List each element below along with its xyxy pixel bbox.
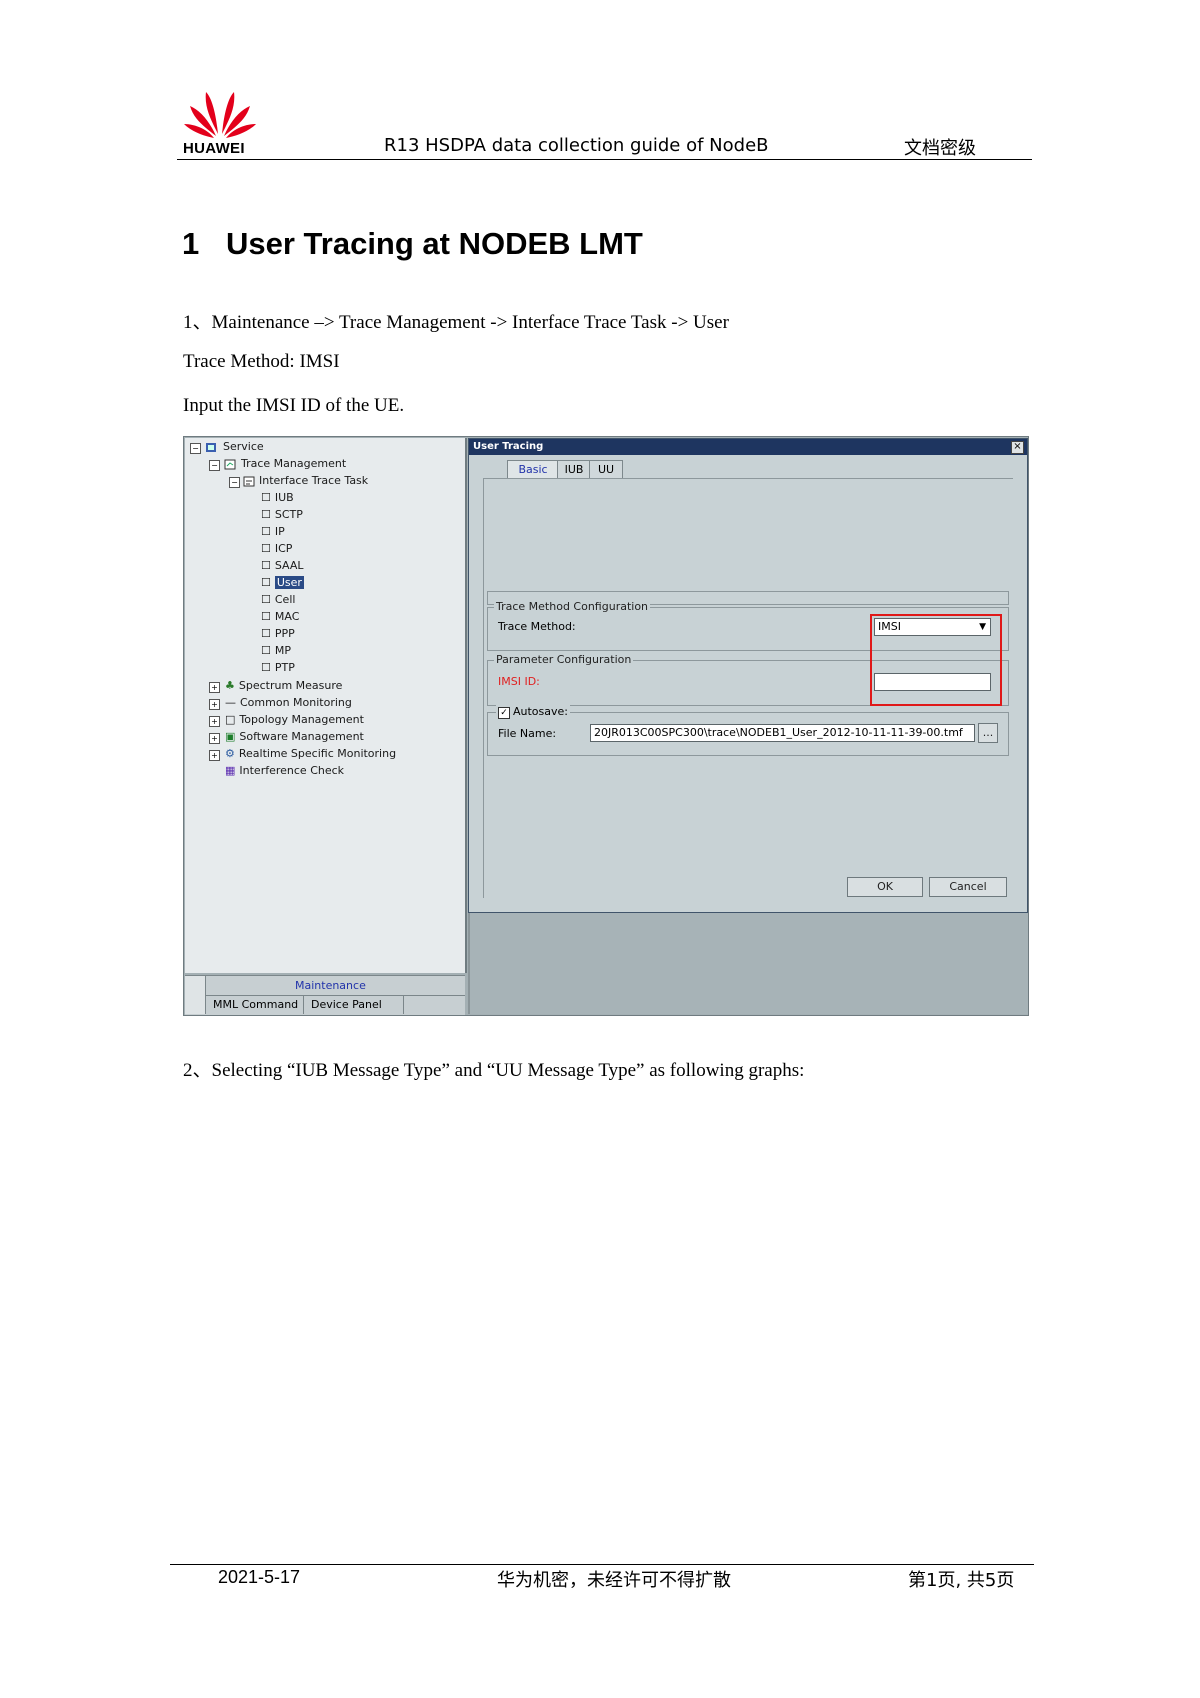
device-panel-tab[interactable]: Device Panel (311, 998, 382, 1011)
autosave-group: ✓ Autosave: File Name: 20JR013C00SPC300\t… (487, 705, 1009, 756)
tree-item-interface-trace-task[interactable]: Interface Trace Task (259, 473, 368, 489)
imsi-id-label: IMSI ID: (498, 675, 540, 688)
tree-item-common-monitoring[interactable]: — Common Monitoring (225, 695, 352, 711)
highlight-box (870, 614, 1002, 706)
section-number: 1 (182, 226, 200, 261)
footer-date: 2021-5-17 (218, 1567, 301, 1587)
section-heading: 1 User Tracing at NODEB LMT (182, 226, 643, 262)
footer-page-number: 第1页, 共5页 (908, 1570, 1015, 1591)
tree-item-mp[interactable]: ☐ MP (261, 643, 291, 659)
trace-method-text: Trace Method: IMSI (183, 351, 340, 372)
tree-item-ppp[interactable]: ☐ PPP (261, 626, 295, 642)
interface-task-icon (243, 476, 255, 487)
tree-item-sctp[interactable]: ☐ SCTP (261, 507, 303, 523)
tree-item-software-management[interactable]: ▣ Software Management (225, 729, 364, 745)
tree-item-service[interactable]: Service (223, 439, 264, 455)
document-title: R13 HSDPA data collection guide of NodeB (384, 135, 769, 156)
tree-item-iub[interactable]: ☐ IUB (261, 490, 294, 506)
tree-item-interference-check[interactable]: ▦ Interference Check (225, 763, 344, 779)
cancel-button[interactable]: Cancel (929, 877, 1007, 897)
tree-item-spectrum-measure[interactable]: ♣ Spectrum Measure (225, 678, 342, 694)
file-name-label: File Name: (498, 727, 557, 740)
footer-confidential: 华为机密，未经许可不得扩散 (497, 1570, 731, 1591)
step-2-text: 2、Selecting “IUB Message Type” and “UU M… (183, 1060, 805, 1081)
header-divider (177, 159, 1032, 160)
tree-item-icp[interactable]: ☐ ICP (261, 541, 292, 557)
trace-method-label: Trace Method: (498, 620, 576, 633)
tree-item-ip[interactable]: ☐ IP (261, 524, 285, 540)
footer-divider (170, 1564, 1034, 1565)
input-imsi-text: Input the IMSI ID of the UE. (183, 395, 405, 416)
tree-item-user[interactable]: ☐ User (261, 575, 304, 591)
autosave-checkbox[interactable]: ✓ Autosave: (496, 705, 570, 719)
tab-uu[interactable]: UU (589, 460, 623, 479)
mml-command-tab[interactable]: MML Command (213, 998, 298, 1011)
file-name-input[interactable]: 20JR013C00SPC300\trace\NODEB1_User_2012-… (590, 724, 975, 742)
dialog-title: User Tracing (473, 441, 544, 452)
service-icon (206, 443, 216, 452)
step-1-text: 1、Maintenance –> Trace Management -> Int… (183, 312, 729, 333)
trace-management-icon (224, 459, 236, 470)
section-title: User Tracing at NODEB LMT (226, 226, 643, 261)
browse-button[interactable]: ... (978, 723, 998, 743)
side-tab[interactable] (185, 976, 206, 1014)
tree-item-saal[interactable]: ☐ SAAL (261, 558, 304, 574)
tree-item-trace-management[interactable]: Trace Management (241, 456, 346, 472)
ok-button[interactable]: OK (847, 877, 923, 897)
maintenance-tab-label[interactable]: Maintenance (295, 979, 366, 992)
tree-item-realtime-monitoring[interactable]: ⚙ Realtime Specific Monitoring (225, 746, 396, 762)
close-icon[interactable]: × (1011, 441, 1024, 454)
bottom-tab-panel: Maintenance MML Command Device Panel (185, 975, 465, 1015)
lmt-screenshot: − Service − Trace Management − Interface… (183, 436, 1029, 1016)
tree-item-mac[interactable]: ☐ MAC (261, 609, 299, 625)
dialog-titlebar: User Tracing (469, 439, 1027, 455)
tree-item-cell[interactable]: ☐ Cell (261, 592, 295, 608)
tree-item-topology-management[interactable]: □ Topology Management (225, 712, 364, 728)
logo-wordmark: HUAWEI (183, 140, 245, 157)
tree-item-ptp[interactable]: ☐ PTP (261, 660, 295, 676)
tab-iub[interactable]: IUB (557, 460, 591, 479)
lower-area (468, 913, 1028, 1014)
tab-basic[interactable]: Basic (507, 460, 559, 479)
classification-label: 文档密级 (904, 138, 976, 159)
navigation-tree: − Service − Trace Management − Interface… (185, 438, 467, 973)
